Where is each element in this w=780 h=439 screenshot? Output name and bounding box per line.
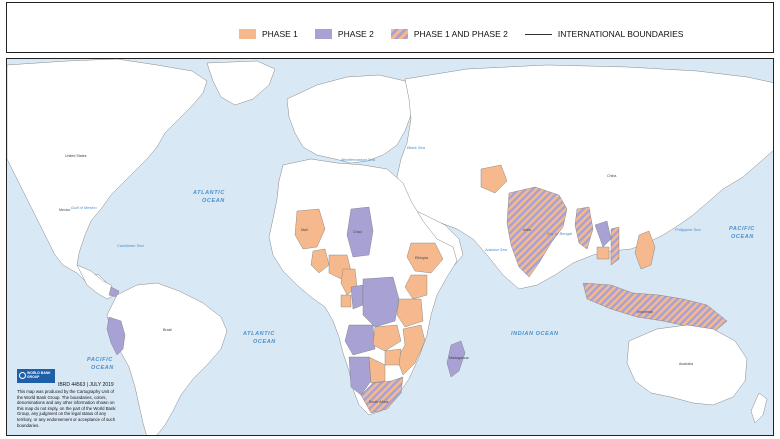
atlantic-south-label-2: OCEAN	[253, 339, 276, 345]
land-new-zealand	[750, 392, 768, 424]
phase12-swatch	[390, 29, 408, 39]
phase2-swatch	[314, 29, 332, 39]
disclaimer-text: This map was produced by the Cartography…	[17, 389, 116, 428]
label-mexico: Mexico	[59, 208, 70, 212]
pacific-east-label-1: PACIFIC	[87, 357, 113, 363]
atlantic-south-label-1: ATLANTIC	[242, 331, 275, 337]
label-brazil: Brazil	[163, 328, 172, 332]
phase1-swatch	[239, 29, 256, 39]
region-vietnam	[610, 226, 620, 266]
land-europe	[286, 74, 418, 164]
boundary-line-swatch	[524, 33, 552, 35]
world-bank-logo: WORLD BANK GROUP	[17, 369, 55, 383]
legend-phase12: PHASE 1 AND PHASE 2	[390, 29, 508, 39]
label-ethiopia: Ethiopia	[415, 256, 428, 260]
land-greenland	[206, 60, 276, 106]
credit-panel: WORLD BANK GROUP IBRD 44563 | JULY 2019 …	[17, 369, 177, 435]
label-chad: Chad	[353, 230, 362, 234]
bay-of-bengal-label: Bay of Bengal	[547, 231, 572, 236]
region-zimbabwe	[384, 348, 402, 366]
legend-phase2-label: PHASE 2	[337, 29, 374, 39]
atlantic-north-label-2: OCEAN	[202, 198, 225, 204]
legend-phase12-label: PHASE 1 AND PHASE 2	[413, 29, 508, 39]
legend-boundaries: INTERNATIONAL BOUNDARIES	[524, 29, 684, 39]
black-sea-label: Black Sea	[407, 145, 426, 150]
atlantic-north-label-1: ATLANTIC	[192, 190, 225, 196]
land-north-america	[7, 59, 208, 290]
mediterranean-label: Mediterranean Sea	[341, 157, 376, 162]
caribbean-label: Caribbean Sea	[117, 243, 144, 248]
region-gabon	[340, 294, 352, 308]
legend-panel: PHASE 1 PHASE 2 PHASE 1 AND PHASE 2 INTE…	[6, 2, 774, 53]
pacific-west-label-1: PACIFIC	[729, 226, 755, 232]
label-madagascar: Madagascar	[449, 356, 470, 360]
legend-row: PHASE 1 PHASE 2 PHASE 1 AND PHASE 2 INTE…	[239, 29, 700, 39]
region-indonesia	[582, 282, 728, 332]
map-id: IBRD 44563 | JULY 2019	[58, 382, 114, 388]
indian-ocean-label: INDIAN OCEAN	[511, 331, 559, 337]
pacific-west-label-2: OCEAN	[731, 234, 754, 240]
legend-phase1: PHASE 1	[239, 29, 298, 39]
region-cambodia	[596, 246, 610, 260]
label-south-africa: South Africa	[369, 400, 388, 404]
gulf-of-mexico-label: Gulf of Mexico	[71, 205, 97, 210]
label-indonesia: Indonesia	[637, 310, 653, 314]
label-china: China	[607, 174, 616, 178]
label-india: India	[523, 228, 531, 232]
legend-boundaries-label: INTERNATIONAL BOUNDARIES	[557, 29, 684, 39]
philippine-sea-label: Philippine Sea	[675, 227, 701, 232]
globe-icon	[19, 372, 26, 379]
legend-phase1-label: PHASE 1	[262, 29, 298, 39]
legend-phase2: PHASE 2	[314, 29, 374, 39]
label-australia: Australia	[679, 362, 693, 366]
label-united-states: United States	[65, 154, 87, 158]
region-drc	[362, 276, 400, 328]
arabian-sea-label: Arabian Sea	[484, 247, 508, 252]
logo-text: WORLD BANK GROUP	[27, 371, 51, 379]
label-mali: Mali	[301, 228, 308, 232]
region-congo	[350, 284, 364, 310]
